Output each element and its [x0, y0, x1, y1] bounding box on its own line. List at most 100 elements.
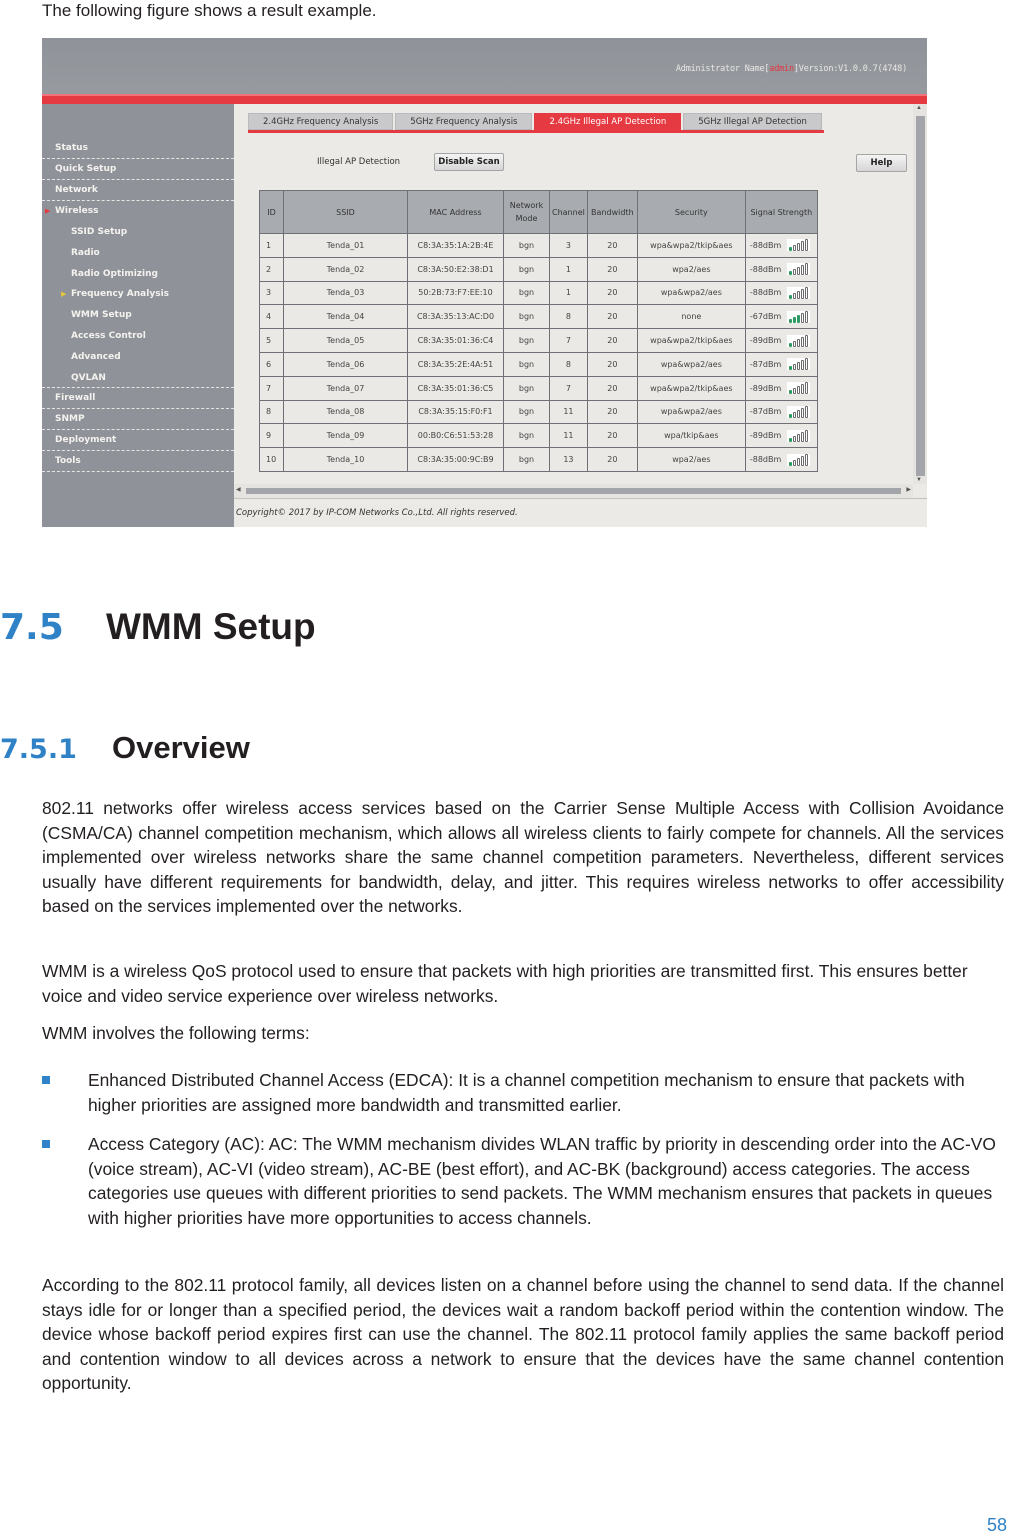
cell-mode: bgn — [503, 256, 550, 282]
signal-bar — [805, 453, 809, 466]
admin-info: Administrator Name[admin]Version:V1.0.0.… — [676, 64, 907, 74]
scroll-down-arrow-icon[interactable]: ▼ — [916, 477, 922, 483]
sidebar-item-access-control[interactable]: Access Control — [42, 326, 234, 347]
sidebar-item-snmp[interactable]: SNMP — [42, 409, 234, 431]
sidebar-item-label: SSID Setup — [71, 227, 128, 237]
cell-signal: -88dBm — [744, 447, 818, 472]
signal-value: -87dBm — [749, 359, 782, 369]
cell-ssid: Tenda_05 — [283, 328, 408, 353]
signal-bar — [789, 461, 793, 466]
signal-wrapper: -88dBm — [749, 239, 815, 252]
cell-security: wpa&wpa2/tkip&aes — [636, 328, 746, 353]
signal-bar — [793, 364, 797, 371]
cell-id: 8 — [259, 399, 284, 425]
signal-bar — [789, 342, 793, 347]
sidebar-item-wmm-setup[interactable]: WMM Setup — [42, 305, 234, 326]
paragraph: WMM is a wireless QoS protocol used to e… — [42, 961, 968, 1006]
sidebar-item-label: QVLAN — [71, 372, 106, 383]
tab-2-4ghz-frequency-analysis[interactable]: 2.4GHz Frequency Analysis — [248, 113, 394, 130]
paragraph: WMM involves the following terms: — [42, 1023, 310, 1043]
sidebar-item-radio-optimizing[interactable]: Radio Optimizing — [42, 264, 234, 285]
table-row: 4 Tenda_04 C8:3A:35:13:AC:D0 bgn 8 20 none -67d… — [259, 304, 818, 330]
sidebar-item-label: Status — [55, 143, 88, 153]
vertical-scroll-thumb[interactable] — [916, 116, 925, 476]
sidebar-item-status[interactable]: Status — [42, 138, 234, 159]
signal-bars-icon — [787, 334, 811, 347]
cell-signal: -88dBm — [744, 280, 818, 306]
sidebar-item-deployment[interactable]: Deployment — [42, 430, 234, 452]
signal-value: -88dBm — [749, 455, 782, 465]
signal-bar — [801, 431, 805, 442]
bullet-text: Enhanced Distributed Channel Access (EDC… — [88, 1070, 965, 1115]
sidebar-item-label: Firewall — [55, 393, 96, 404]
signal-bar — [793, 292, 797, 299]
help-button[interactable]: Help — [856, 154, 907, 172]
cell-ssid: Tenda_10 — [283, 447, 408, 472]
sidebar-item-radio[interactable]: Radio — [42, 243, 234, 264]
signal-bar — [805, 239, 809, 252]
signal-bar — [793, 435, 797, 442]
tab-2-4ghz-illegal-ap-detection[interactable]: 2.4GHz Illegal AP Detection — [534, 113, 682, 130]
signal-wrapper: -87dBm — [749, 358, 815, 371]
main-content: 2.4GHz Frequency Analysis 5GHz Frequency … — [234, 104, 927, 527]
scroll-left-arrow-icon[interactable]: ◀ — [236, 486, 241, 493]
cell-security: wpa&wpa2/aes — [636, 351, 746, 377]
vertical-scrollbar[interactable]: ▲ ▼ — [913, 104, 927, 484]
cell-mac: C8:3A:35:00:9C:B9 — [407, 447, 504, 472]
signal-value: -88dBm — [749, 264, 782, 274]
cell-signal: -87dBm — [744, 351, 818, 377]
signal-bar — [797, 457, 801, 466]
signal-wrapper: -87dBm — [749, 405, 815, 418]
sidebar-item-quick-setup[interactable]: Quick Setup — [42, 159, 234, 180]
cell-mode: bgn — [503, 375, 550, 401]
tab-5ghz-frequency-analysis[interactable]: 5GHz Frequency Analysis — [395, 113, 533, 130]
sidebar-item-network[interactable]: Network — [42, 180, 234, 201]
table-row: 9 Tenda_09 00:B0:C6:51:53:28 bgn 11 20 wpa/tki… — [259, 423, 818, 449]
tab-5ghz-illegal-ap-detection[interactable]: 5GHz Illegal AP Detection — [683, 113, 822, 130]
signal-value: -87dBm — [749, 407, 782, 417]
signal-value: -88dBm — [749, 240, 782, 250]
horizontal-scrollbar[interactable]: ◀ ▶ — [234, 484, 913, 498]
sidebar-item-qvlan[interactable]: QVLAN — [42, 368, 234, 389]
arrow-right-icon: ▶ — [45, 207, 51, 215]
sidebar-item-label: Quick Setup — [55, 164, 117, 174]
sidebar-item-label: Tools — [55, 456, 81, 467]
sidebar-nav: Status Quick Setup Network ▶ Wireless SSID Se… — [42, 104, 234, 473]
cell-mode: bgn — [503, 328, 550, 353]
signal-bars-icon — [787, 286, 811, 299]
sidebar-item-ssid-setup[interactable]: SSID Setup — [42, 222, 234, 243]
horizontal-scroll-thumb[interactable] — [246, 488, 901, 494]
bullet-square-icon — [42, 1140, 50, 1148]
table-row: 8 Tenda_08 C8:3A:35:15:F0:F1 bgn 11 20 wpa&wpa… — [259, 399, 818, 425]
sidebar-item-wireless[interactable]: ▶ Wireless — [42, 201, 234, 222]
signal-bar — [797, 433, 801, 442]
admin-name[interactable]: admin — [769, 64, 794, 74]
signal-bar — [797, 362, 801, 371]
sidebar-item-tools[interactable]: Tools — [42, 451, 234, 473]
signal-bar — [805, 429, 809, 442]
cell-id: 4 — [259, 304, 284, 330]
scroll-right-arrow-icon[interactable]: ▶ — [906, 486, 911, 493]
signal-bar — [797, 409, 801, 418]
cell-ssid: Tenda_08 — [283, 399, 408, 425]
admin-label: Administrator Name[ — [675, 64, 770, 74]
disable-scan-button[interactable]: Disable Scan — [434, 153, 504, 171]
cell-channel: 11 — [549, 399, 588, 425]
cell-id: 9 — [259, 423, 284, 449]
cell-id: 5 — [259, 328, 284, 353]
sidebar-item-advanced[interactable]: Advanced — [42, 347, 234, 368]
signal-value: -67dBm — [749, 312, 782, 322]
footer-divider — [234, 498, 927, 499]
scroll-up-arrow-icon[interactable]: ▲ — [916, 105, 922, 111]
sidebar-item-label: Frequency Analysis — [71, 289, 170, 300]
signal-bars-icon — [787, 239, 811, 252]
bullet-item: Access Category (AC): AC: The WMM mechan… — [42, 1132, 1011, 1230]
header-accent-line — [42, 94, 927, 104]
sidebar-item-firewall[interactable]: Firewall — [42, 388, 234, 410]
sidebar-item-frequency-analysis[interactable]: ▶ Frequency Analysis — [42, 284, 234, 305]
cell-security: wpa&wpa2/aes — [636, 399, 746, 425]
signal-bar — [797, 243, 801, 252]
sidebar-item-label: Radio Optimizing — [71, 268, 158, 279]
cell-mac: 50:2B:73:F7:EE:10 — [407, 280, 504, 306]
table-row: 1 Tenda_01 C8:3A:35:1A:2B:4E bgn 3 20 wpa&wpa2… — [259, 233, 818, 258]
